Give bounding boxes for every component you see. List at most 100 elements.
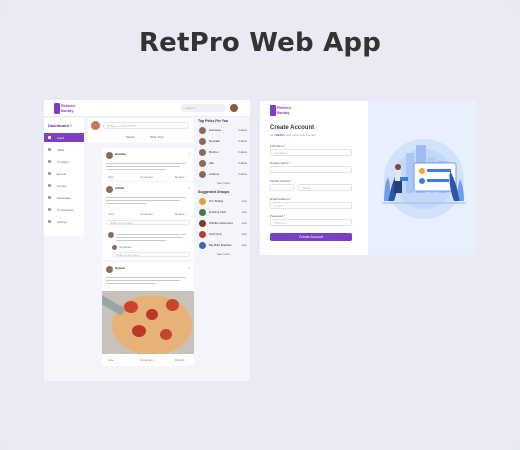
comment-button[interactable]: Comment [140,175,153,179]
person-name[interactable]: Bruhun [209,150,219,154]
avatar [199,198,206,205]
join-button[interactable]: Join [241,221,247,225]
join-button[interactable]: Join [241,199,247,203]
subtitle-prefix: join [270,133,275,137]
post-text-line [106,283,156,284]
person-name[interactable]: Nevidah [209,139,220,143]
feed-screenshot: Retired Buddy Search... Dashboard ≡ Feed… [44,100,250,381]
mobile-input[interactable]: Mobile [298,184,352,191]
group-name[interactable]: Wildlife Adventure [209,221,233,225]
repost-button[interactable]: Repost [175,212,185,216]
write-post-button[interactable]: Write Post [150,135,164,139]
post-author[interactable]: Rowan [115,266,125,270]
email-label: Email Address * [270,197,292,201]
logo-mark-icon [270,105,276,116]
signup-logo[interactable]: Retired Buddy [270,105,296,116]
feed-post: Alfinia × Like Comment Repost Write a co… [102,182,194,260]
more-icon[interactable]: × [188,265,190,270]
see-more-link[interactable]: See more [217,252,230,256]
like-button[interactable]: Like [108,358,114,362]
user-avatar[interactable] [230,104,238,112]
pizza-shape [132,325,146,337]
create-account-button[interactable]: Create Account [270,233,352,241]
feed-topbar: Retired Buddy Search... [44,100,250,117]
sidebar-item-feed[interactable]: Feed [44,133,84,142]
full-name-input[interactable]: Full Name [270,149,352,156]
comment-input[interactable]: Write a comment... [106,220,190,225]
more-icon[interactable]: × [188,151,190,156]
sidebar-item-contacts[interactable]: Contacts [44,157,84,166]
person-name[interactable]: Andrew [209,172,219,176]
feed-post: Rowan × Like Comment Repost [102,262,194,366]
group-name[interactable]: Big Bike Buddies [209,243,232,247]
sidebar-item-messages[interactable]: Messages [44,193,84,202]
compose-input[interactable]: Whats on your mind? [103,122,189,129]
join-button[interactable]: Join [241,243,247,247]
logo-mark-icon [54,103,60,114]
group-name[interactable]: Our Buddy [209,199,223,203]
signup-form: Retired Buddy Create Account join RetPro… [260,101,368,255]
display-name-input[interactable] [270,166,352,173]
post-text-line [106,280,180,281]
comment-button[interactable]: Comment [140,358,153,362]
list-item: Andrew Follow [199,171,247,180]
sidebar-item-groups[interactable]: Groups [44,181,84,190]
reply-author: Jonathan [119,245,132,249]
list-item: Nevidah Follow [199,138,247,147]
like-button[interactable]: Like [108,175,114,179]
post-text-line [106,277,186,278]
create-account-screenshot: Retired Buddy Create Account join RetPro… [260,101,476,255]
post-author[interactable]: Alfinia [115,186,124,190]
group-name[interactable]: Golf Club [209,232,222,236]
post-text-line [106,169,166,170]
more-icon[interactable]: × [188,185,190,190]
join-button[interactable]: Join [241,210,247,214]
post-image [102,291,194,354]
person-name[interactable]: Alle [209,161,214,165]
follow-button[interactable]: Follow [238,172,247,176]
logo-text: Retired Buddy [61,103,75,113]
see-more-link[interactable]: See more [217,181,230,185]
post-author[interactable]: Bradley [115,152,126,156]
like-button[interactable]: Like [108,212,114,216]
pizza-shape [166,299,179,311]
feed-search-input[interactable]: Search... [181,104,225,112]
join-button[interactable]: Join [241,232,247,236]
group-name[interactable]: Knitting Club [209,210,226,214]
email-input[interactable]: Email [270,202,352,209]
feed-post: Bradley × Like Comment Repost [102,148,194,181]
mobile-label: Mobile Number * [270,179,293,183]
feed-logo[interactable]: Retired Buddy [54,103,78,114]
sidebar-item-label: Groups [57,184,67,188]
pizza-shape [146,309,158,320]
country-code-select[interactable] [270,184,294,191]
repost-button[interactable]: Repost [175,175,185,179]
gear-icon [48,220,51,223]
sidebar-item-events[interactable]: Events [44,169,84,178]
full-name-label: Full Name * [270,144,286,148]
post-text-line [106,163,186,164]
menu-icon[interactable]: ≡ [70,123,72,128]
follow-button[interactable]: Follow [238,150,247,154]
connections-icon [48,208,51,211]
sidebar-item-connections[interactable]: Connections [44,205,84,214]
reply-input[interactable]: Write a comment... [112,252,190,257]
reply-text-line [116,237,182,238]
avatar [108,232,114,238]
follow-button[interactable]: Follow [238,128,247,132]
sidebar-item-walls[interactable]: Walls [44,145,84,154]
sidebar-item-setting[interactable]: Setting [44,217,84,226]
logo-text: Retired Buddy [277,105,291,115]
follow-button[interactable]: Follow [238,139,247,143]
person-name[interactable]: Garnetta [209,128,221,132]
media-button[interactable]: Media [126,135,134,139]
comment-button[interactable]: Comment [140,212,153,216]
avatar [91,121,100,130]
post-text-line [106,166,180,167]
list-item: Bruhun Follow [199,149,247,158]
password-input[interactable]: Password [270,219,352,226]
follow-button[interactable]: Follow [238,161,247,165]
repost-button[interactable]: Repost [175,358,185,362]
avatar [199,160,206,167]
avatar [199,209,206,216]
